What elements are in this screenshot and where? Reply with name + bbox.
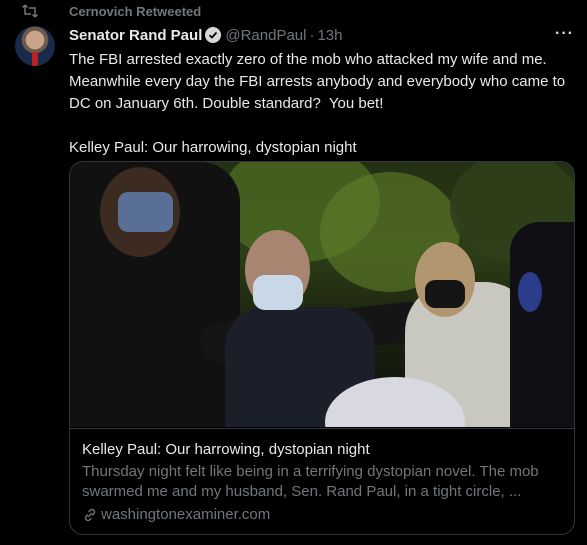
link-icon xyxy=(82,507,98,523)
tweet-text: The FBI arrested exactly zero of the mob… xyxy=(69,51,566,156)
separator-dot: · xyxy=(309,26,315,44)
author-handle[interactable]: @RandPaul xyxy=(225,27,306,44)
author-name[interactable]: Senator Rand Paul xyxy=(69,27,202,44)
card-domain-text: washingtonexaminer.com xyxy=(101,506,271,523)
card-info: Kelley Paul: Our harrowing, dystopian ni… xyxy=(70,428,574,525)
tweet: Senator Rand Paul @RandPaul · 13h ··· Th… xyxy=(69,23,574,159)
verified-badge-icon xyxy=(205,27,222,43)
retweet-context: Cernovich Retweeted xyxy=(22,3,201,19)
tweet-timestamp[interactable]: 13h xyxy=(317,27,342,44)
retweet-label[interactable]: Cernovich Retweeted xyxy=(69,4,201,19)
more-options-icon[interactable]: ··· xyxy=(555,25,574,43)
card-description: Thursday night felt like being in a terr… xyxy=(82,463,539,500)
card-title: Kelley Paul: Our harrowing, dystopian ni… xyxy=(82,441,370,458)
avatar[interactable] xyxy=(15,26,55,66)
card-domain: washingtonexaminer.com xyxy=(82,505,562,525)
retweet-icon xyxy=(22,4,38,18)
tweet-header: Senator Rand Paul @RandPaul · 13h xyxy=(69,23,574,47)
link-card[interactable]: Kelley Paul: Our harrowing, dystopian ni… xyxy=(69,161,575,535)
card-image xyxy=(70,162,574,427)
